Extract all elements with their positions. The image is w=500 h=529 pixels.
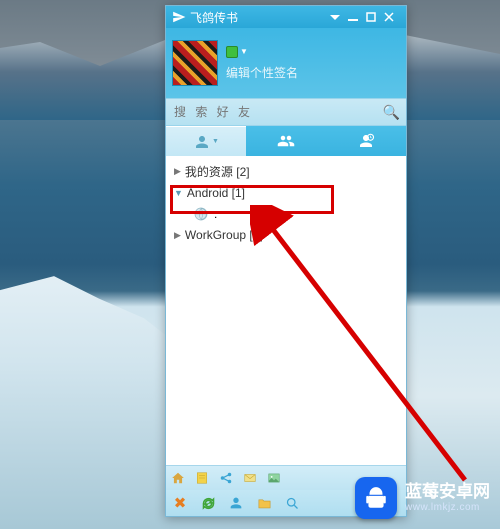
status-selector[interactable]: ▼	[226, 46, 400, 58]
search-icon[interactable]: 🔍	[383, 104, 400, 121]
watermark-title: 蓝莓安卓网	[405, 483, 490, 502]
title-bar[interactable]: 飞鸽传书	[166, 6, 406, 28]
contact-list: ▶ 我的资源 [2] ▼ Android [1] : ▶ WorkGroup […	[166, 156, 406, 465]
tab-groups[interactable]	[246, 126, 326, 156]
watermark: 蓝莓安卓网 www.lmkjz.com	[355, 477, 490, 519]
search-button[interactable]	[278, 492, 306, 514]
app-icon	[172, 10, 186, 24]
menu-button[interactable]	[328, 10, 346, 24]
watermark-badge-icon	[355, 477, 397, 519]
app-window: 飞鸽传书 ▼ 编辑个性签名 🔍 ▼	[165, 5, 407, 517]
triangle-right-icon: ▶	[174, 230, 181, 241]
mail-button[interactable]	[238, 468, 262, 488]
triangle-down-icon: ▼	[174, 188, 183, 198]
status-online-icon	[226, 46, 238, 58]
group-android[interactable]: ▼ Android [1]	[166, 183, 406, 203]
tab-contacts[interactable]: ▼	[166, 126, 246, 156]
group-label: WorkGroup [1]	[185, 228, 263, 242]
chevron-down-icon: ▼	[240, 47, 248, 56]
note-button[interactable]	[190, 468, 214, 488]
refresh-button[interactable]	[194, 492, 222, 514]
maximize-button[interactable]	[364, 10, 382, 24]
chevron-down-icon: ▼	[212, 138, 219, 145]
profile-area: ▼ 编辑个性签名	[166, 28, 406, 98]
tab-bar: ▼	[166, 126, 406, 156]
signature-field[interactable]: 编辑个性签名	[226, 64, 400, 81]
home-button[interactable]	[166, 468, 190, 488]
tab-recent[interactable]	[326, 126, 406, 156]
contact-item[interactable]: :	[166, 203, 406, 225]
contact-label: :	[214, 207, 217, 221]
app-title: 飞鸽传书	[190, 9, 238, 26]
group-workgroup[interactable]: ▶ WorkGroup [1]	[166, 225, 406, 245]
settings-button[interactable]: ✖	[166, 492, 194, 514]
folder-button[interactable]	[250, 492, 278, 514]
watermark-url: www.lmkjz.com	[405, 502, 490, 513]
group-label: Android [1]	[187, 186, 245, 200]
contact-icon	[192, 205, 210, 223]
minimize-button[interactable]	[346, 10, 364, 24]
search-bar: 🔍	[166, 98, 406, 126]
group-my-resources[interactable]: ▶ 我的资源 [2]	[166, 160, 406, 183]
search-input[interactable]	[172, 104, 383, 120]
share-button[interactable]	[214, 468, 238, 488]
avatar[interactable]	[172, 40, 218, 86]
triangle-right-icon: ▶	[174, 166, 181, 177]
image-button[interactable]	[262, 468, 286, 488]
close-button[interactable]	[382, 10, 400, 24]
add-contact-button[interactable]	[222, 492, 250, 514]
group-label: 我的资源 [2]	[185, 163, 250, 180]
